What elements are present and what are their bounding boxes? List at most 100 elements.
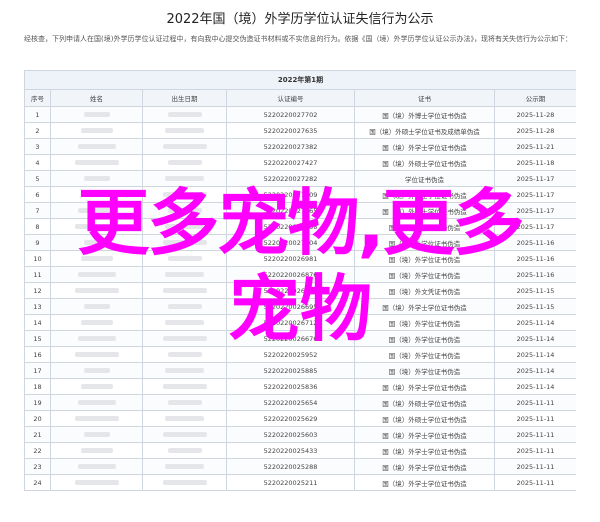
redacted-bar: [83, 112, 110, 117]
cell-period: 2025-11-18: [493, 154, 576, 171]
redacted-bar: [80, 384, 113, 389]
table-row: 23 5220220025288 国（境）外学士学位证书伪造 2025-11-11: [24, 458, 576, 475]
table-row: 22 5220220025433 国（境）外学士学位证书伪造 2025-11-11: [24, 442, 576, 459]
watermark-line-1: 更多宠物,更多: [77, 181, 524, 265]
redacted-bar: [74, 160, 119, 165]
watermark-line-2: 宠物: [227, 267, 372, 351]
cell-certificate: 国（境）外学位证书伪造: [354, 362, 495, 379]
redacted-bar: [77, 400, 116, 405]
redacted-bar: [167, 112, 202, 117]
cell-index: 2: [24, 122, 51, 139]
table-row: 4 5220220027427 国（境）外硕士学位证书伪造 2025-11-18: [24, 154, 576, 171]
cell-birthdate-redacted: [142, 362, 227, 379]
redacted-bar: [162, 384, 207, 389]
cell-cert-number: 5220220025288: [226, 458, 355, 475]
redacted-bar: [167, 448, 202, 453]
cell-certificate: 国（境）外学士学位证书伪造: [354, 378, 495, 395]
cell-certificate: 国（境）外学士学位证书伪造: [354, 458, 495, 475]
col-header-birthdate: 出生日期: [142, 89, 227, 107]
redacted-bar: [165, 464, 204, 469]
cell-cert-number: 5220220025433: [226, 442, 355, 459]
page-title: 2022年国（境）外学历学位认证失信行为公示: [166, 12, 434, 27]
cell-name-redacted: [50, 410, 143, 427]
redacted-bar: [77, 144, 116, 149]
redacted-bar: [162, 144, 207, 149]
cell-cert-number: 5220220025629: [226, 410, 355, 427]
cell-birthdate-redacted: [142, 442, 227, 459]
cell-name-redacted: [50, 154, 143, 171]
table-row: 19 5220220025654 国（境）外硕士学位证书伪造 2025-11-11: [24, 394, 576, 411]
cell-birthdate-redacted: [142, 122, 227, 139]
redacted-bar: [83, 368, 110, 373]
table-row: 1 5220220027702 国（境）外博士学位证书伪造 2025-11-28: [24, 106, 576, 123]
cell-period: 2025-11-28: [493, 106, 576, 123]
cell-certificate: 国（境）外学士学位证书伪造: [354, 138, 495, 155]
col-header-certificate: 证书: [354, 89, 495, 107]
redacted-bar: [165, 368, 204, 373]
col-header-name: 姓名: [50, 89, 143, 107]
cell-index: 23: [24, 458, 51, 475]
cell-cert-number: 5220220027382: [226, 138, 355, 155]
redacted-bar: [165, 416, 204, 421]
cell-index: 20: [24, 410, 51, 427]
cell-certificate: 国（境）外硕士学位证书伪造: [354, 410, 495, 427]
cell-birthdate-redacted: [142, 154, 227, 171]
cell-cert-number: 5220220025654: [226, 394, 355, 411]
cell-index: 21: [24, 426, 51, 443]
cell-index: 19: [24, 394, 51, 411]
intro-paragraph: 经核查，下列申请人在国(境)外学历学位认证过程中，有向我中心提交伪造证书材料或不…: [24, 35, 572, 43]
table-caption: 2022年第1期: [24, 70, 576, 90]
cell-birthdate-redacted: [142, 426, 227, 443]
cell-index: 18: [24, 378, 51, 395]
cell-period: 2025-11-14: [493, 362, 576, 379]
cell-cert-number: 5220220027427: [226, 154, 355, 171]
cell-birthdate-redacted: [142, 138, 227, 155]
cell-certificate: 国（境）外学士学位证书伪造: [354, 474, 495, 491]
cell-period: 2025-11-14: [493, 378, 576, 395]
cell-index: 3: [24, 138, 51, 155]
cell-index: 17: [24, 362, 51, 379]
table-row: 21 5220220025603 国（境）外学士学位证书伪造 2025-11-11: [24, 426, 576, 443]
cell-name-redacted: [50, 394, 143, 411]
cell-index: 1: [24, 106, 51, 123]
cell-birthdate-redacted: [142, 106, 227, 123]
cell-cert-number: 5220220025211: [226, 474, 355, 491]
redacted-bar: [83, 432, 110, 437]
cell-name-redacted: [50, 122, 143, 139]
col-header-cert-number: 认证编号: [226, 89, 355, 107]
redacted-bar: [165, 128, 204, 133]
redacted-bar: [167, 400, 202, 405]
redacted-bar: [77, 464, 116, 469]
redacted-bar: [74, 352, 119, 357]
cell-birthdate-redacted: [142, 394, 227, 411]
table-row: 20 5220220025629 国（境）外硕士学位证书伪造 2025-11-11: [24, 410, 576, 427]
cell-birthdate-redacted: [142, 410, 227, 427]
redacted-bar: [80, 448, 113, 453]
cell-name-redacted: [50, 106, 143, 123]
table-row: 2 5220220027635 国（境）外硕士学位证书及成绩单伪造 2025-11-2…: [24, 122, 576, 139]
redacted-bar: [162, 480, 207, 485]
cell-name-redacted: [50, 138, 143, 155]
redacted-bar: [74, 416, 119, 421]
table-row: 17 5220220025885 国（境）外学位证书伪造 2025-11-14: [24, 362, 576, 379]
cell-birthdate-redacted: [142, 474, 227, 491]
cell-name-redacted: [50, 458, 143, 475]
cell-index: 24: [24, 474, 51, 491]
cell-certificate: 国（境）外学士学位证书伪造: [354, 426, 495, 443]
cell-certificate: 国（境）外硕士学位证书伪造: [354, 394, 495, 411]
cell-period: 2025-11-21: [493, 138, 576, 155]
redacted-bar: [74, 480, 119, 485]
cell-cert-number: 5220220027635: [226, 122, 355, 139]
cell-cert-number: 5220220027702: [226, 106, 355, 123]
redacted-bar: [167, 352, 202, 357]
cell-period: 2025-11-11: [493, 474, 576, 491]
cell-index: 4: [24, 154, 51, 171]
redacted-bar: [162, 432, 207, 437]
cell-name-redacted: [50, 378, 143, 395]
col-header-period: 公示期: [493, 89, 576, 107]
table-row: 18 5220220025836 国（境）外学士学位证书伪造 2025-11-14: [24, 378, 576, 395]
redacted-bar: [80, 128, 113, 133]
cell-name-redacted: [50, 426, 143, 443]
cell-cert-number: 5220220025603: [226, 426, 355, 443]
cell-period: 2025-11-11: [493, 458, 576, 475]
